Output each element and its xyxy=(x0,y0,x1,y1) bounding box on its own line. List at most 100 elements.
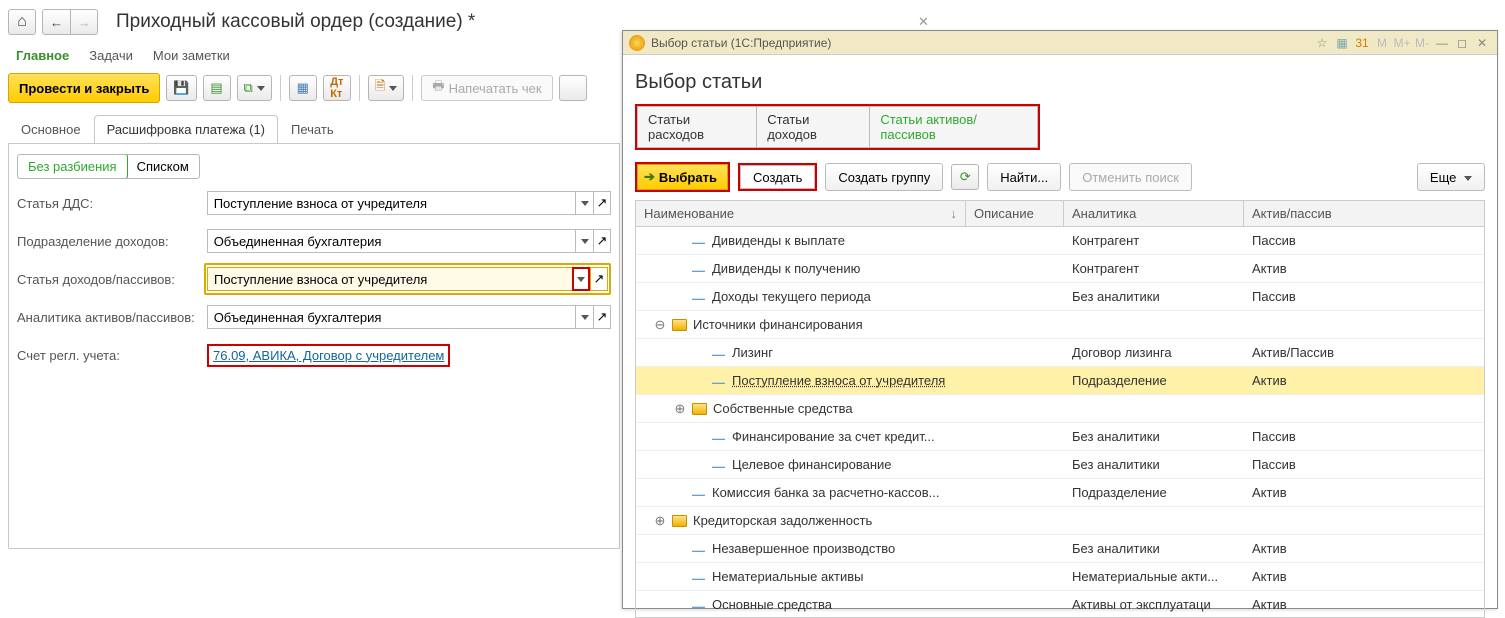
seg-no-split[interactable]: Без разбиения xyxy=(17,154,128,179)
row-ap: Пассив xyxy=(1244,429,1484,444)
row-analytics: Контрагент xyxy=(1064,233,1244,248)
income-open[interactable]: ↗ xyxy=(590,267,608,291)
post-and-close-button[interactable]: Провести и закрыть xyxy=(8,73,160,103)
account-link[interactable]: 76.09, АВИКА, Договор с учредителем xyxy=(207,344,450,367)
table-row[interactable]: ⊖ Источники финансирования xyxy=(636,311,1484,339)
close-icon[interactable]: ✕ xyxy=(1473,34,1491,52)
home-icon xyxy=(17,13,27,31)
row-name: Источники финансирования xyxy=(693,317,863,332)
table-row[interactable]: ⊕Кредиторская задолженность xyxy=(636,507,1484,535)
table-row[interactable]: Нематериальные активыНематериальные акти… xyxy=(636,563,1484,591)
copy-icon: ⧉ xyxy=(244,80,253,96)
item-icon xyxy=(692,263,706,274)
forward-button[interactable] xyxy=(70,9,98,35)
calendar-icon[interactable]: 31 xyxy=(1353,34,1371,52)
table-row[interactable]: ⊕ Собственные средства xyxy=(636,395,1484,423)
table-row[interactable]: Основные средстваАктивы от эксплуатациАк… xyxy=(636,591,1484,618)
home-button[interactable] xyxy=(8,9,36,35)
tab-main[interactable]: Основное xyxy=(8,115,94,143)
m-minus-icon[interactable]: M- xyxy=(1413,34,1431,52)
row-name: Целевое финансирование xyxy=(732,457,892,472)
post-button[interactable]: ▤ xyxy=(203,75,231,101)
create-button[interactable]: Создать xyxy=(738,163,817,191)
basis-button[interactable]: 🗎 xyxy=(368,75,404,101)
cat-income[interactable]: Статьи доходов xyxy=(757,106,870,148)
favorite-icon[interactable]: ☆ xyxy=(1313,34,1331,52)
row-ap: Актив xyxy=(1244,373,1484,388)
dds-value[interactable]: Поступление взноса от учредителя xyxy=(207,191,575,215)
row-ap: Актив/Пассив xyxy=(1244,345,1484,360)
save-button[interactable]: 💾 xyxy=(166,75,196,101)
seg-list[interactable]: Списком xyxy=(127,155,199,178)
analytics-open[interactable]: ↗ xyxy=(593,305,611,329)
table-row[interactable]: ЛизингДоговор лизингаАктив/Пассив xyxy=(636,339,1484,367)
table-row[interactable]: Незавершенное производствоБез аналитикиА… xyxy=(636,535,1484,563)
m-plus-icon[interactable]: M+ xyxy=(1393,34,1411,52)
row-name: Финансирование за счет кредит... xyxy=(732,429,935,444)
expander-icon[interactable]: ⊕ xyxy=(654,513,666,529)
table-row[interactable]: Поступление взноса от учредителяПодразде… xyxy=(636,367,1484,395)
col-ap[interactable]: Актив/пассив xyxy=(1244,201,1484,226)
table-row[interactable]: Доходы текущего периодаБез аналитикиПасс… xyxy=(636,283,1484,311)
table-row[interactable]: Целевое финансированиеБез аналитикиПасси… xyxy=(636,451,1484,479)
find-button[interactable]: Найти... xyxy=(987,163,1061,191)
m-icon[interactable]: M xyxy=(1373,34,1391,52)
expander-icon[interactable]: ⊖ xyxy=(654,317,666,333)
income-value[interactable]: Поступление взноса от учредителя xyxy=(207,267,572,291)
extra-button[interactable] xyxy=(559,75,587,101)
split-mode-segment[interactable]: Без разбиения Списком xyxy=(17,154,200,179)
col-name[interactable]: Наименование↓ xyxy=(636,201,966,226)
division-open[interactable]: ↗ xyxy=(593,229,611,253)
dialog-title: Выбор статьи xyxy=(635,71,1485,94)
item-icon xyxy=(692,571,706,582)
more-button[interactable]: Еще xyxy=(1417,163,1485,191)
item-icon xyxy=(692,291,706,302)
analytics-value[interactable]: Объединенная бухгалтерия xyxy=(207,305,575,329)
refresh-button[interactable]: ⟳ xyxy=(951,164,979,190)
row-name: Незавершенное производство xyxy=(712,541,895,556)
tab-print[interactable]: Печать xyxy=(278,115,347,143)
analytics-dropdown[interactable] xyxy=(575,305,593,329)
row-ap: Пассив xyxy=(1244,457,1484,472)
nav-tab-tasks[interactable]: Задачи xyxy=(89,48,133,63)
table-row[interactable]: Комиссия банка за расчетно-кассов...Подр… xyxy=(636,479,1484,507)
row-ap: Актив xyxy=(1244,569,1484,584)
expander-icon[interactable]: ⊕ xyxy=(674,401,686,417)
calc-icon[interactable]: ▦ xyxy=(1333,34,1351,52)
table-row[interactable]: Дивиденды к получениюКонтрагентАктив xyxy=(636,255,1484,283)
minimize-icon[interactable]: — xyxy=(1433,34,1451,52)
reports-button[interactable]: ▦ xyxy=(289,75,317,101)
dialog-titlebar[interactable]: Выбор статьи (1С:Предприятие) ☆ ▦ 31 M M… xyxy=(623,31,1497,55)
row-name: Дивиденды к выплате xyxy=(712,233,845,248)
table-row[interactable]: Финансирование за счет кредит...Без анал… xyxy=(636,423,1484,451)
nav-tab-notes[interactable]: Мои заметки xyxy=(153,48,230,63)
copy-button[interactable]: ⧉ xyxy=(237,75,272,101)
item-icon xyxy=(712,375,726,386)
tab-decoding[interactable]: Расшифровка платежа (1) xyxy=(94,115,278,143)
nav-tab-main[interactable]: Главное xyxy=(16,48,69,63)
folder-icon xyxy=(672,515,687,527)
dds-open[interactable]: ↗ xyxy=(593,191,611,215)
division-value[interactable]: Объединенная бухгалтерия xyxy=(207,229,575,253)
dialog-frame-title: Выбор статьи (1С:Предприятие) xyxy=(651,36,1313,50)
table-row[interactable]: Дивиденды к выплатеКонтрагентПассив xyxy=(636,227,1484,255)
row-name: Собственные средства xyxy=(713,401,853,416)
folder-icon xyxy=(672,319,687,331)
cat-assets[interactable]: Статьи активов/пассивов xyxy=(870,106,1038,148)
col-analytics[interactable]: Аналитика xyxy=(1064,201,1244,226)
entries-button[interactable]: ДтКт xyxy=(323,75,351,101)
income-dropdown[interactable] xyxy=(572,267,590,291)
maximize-icon[interactable]: ◻ xyxy=(1453,34,1471,52)
back-button[interactable] xyxy=(42,9,70,35)
folder-icon xyxy=(692,403,707,415)
col-desc[interactable]: Описание xyxy=(966,201,1064,226)
select-button[interactable]: ➔Выбрать xyxy=(635,162,730,192)
cat-expenses[interactable]: Статьи расходов xyxy=(637,106,757,148)
create-group-button[interactable]: Создать группу xyxy=(825,163,943,191)
row-name: Основные средства xyxy=(712,597,832,612)
row-name: Комиссия банка за расчетно-кассов... xyxy=(712,485,940,500)
printer-icon: 🖶 xyxy=(432,77,444,99)
dialog-back-close-icon[interactable]: ✕ xyxy=(918,14,932,28)
division-dropdown[interactable] xyxy=(575,229,593,253)
dds-dropdown[interactable] xyxy=(575,191,593,215)
